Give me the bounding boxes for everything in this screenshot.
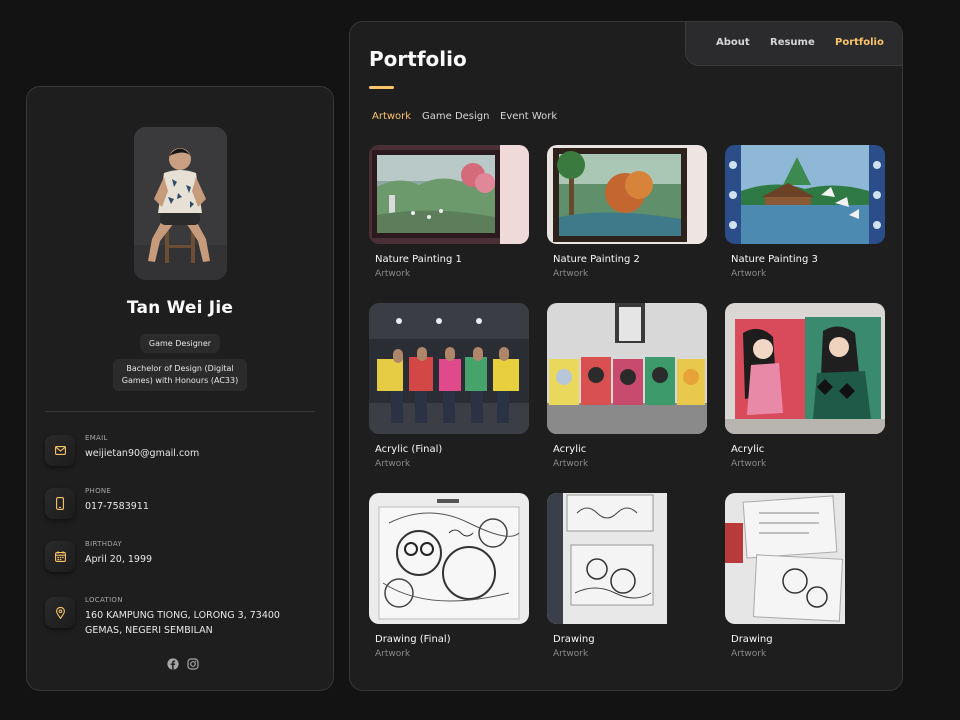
project-thumbnail[interactable] — [369, 145, 529, 244]
project-category: Artwork — [375, 459, 411, 469]
project-thumbnail[interactable] — [725, 493, 845, 624]
page-title: Portfolio — [369, 47, 467, 71]
project-title: Drawing — [731, 634, 773, 645]
project-category: Artwork — [731, 269, 767, 279]
divider — [45, 411, 315, 412]
project-title: Drawing (Final) — [375, 634, 451, 645]
nav-about[interactable]: About — [716, 37, 750, 48]
project-title: Acrylic (Final) — [375, 444, 443, 455]
mail-icon — [45, 435, 75, 466]
filter-event-work[interactable]: Event Work — [500, 111, 557, 122]
nav-resume[interactable]: Resume — [770, 37, 815, 48]
project-category: Artwork — [731, 459, 767, 469]
project-thumbnail[interactable] — [369, 493, 529, 624]
location-pin-icon — [45, 597, 75, 628]
facebook-icon[interactable] — [167, 655, 180, 670]
phone-link[interactable]: 017-7583911 — [85, 499, 315, 514]
calendar-icon — [45, 541, 75, 572]
contact-label: PHONE — [85, 487, 112, 495]
filter-game-design[interactable]: Game Design — [422, 111, 489, 122]
project-title: Nature Painting 3 — [731, 254, 818, 265]
project-thumbnail[interactable] — [547, 493, 667, 624]
job-title-badge: Game Designer — [140, 334, 220, 353]
phone-icon — [45, 488, 75, 519]
project-category: Artwork — [731, 649, 767, 659]
project-thumbnail[interactable] — [369, 303, 529, 434]
project-category: Artwork — [375, 269, 411, 279]
project-title: Acrylic — [731, 444, 765, 455]
project-thumbnail[interactable] — [725, 303, 885, 434]
project-title: Nature Painting 2 — [553, 254, 640, 265]
title-underline — [369, 86, 394, 89]
contact-label: LOCATION — [85, 596, 123, 604]
nav-portfolio[interactable]: Portfolio — [835, 37, 884, 48]
email-link[interactable]: weijietan90@gmail.com — [85, 446, 315, 461]
profile-name: Tan Wei Jie — [126, 298, 234, 318]
filter-artwork[interactable]: Artwork — [372, 111, 411, 122]
contact-label: BIRTHDAY — [85, 540, 122, 548]
top-navbar: About Resume Portfolio — [685, 22, 902, 66]
project-category: Artwork — [553, 269, 589, 279]
project-title: Acrylic — [553, 444, 587, 455]
project-title: Nature Painting 1 — [375, 254, 462, 265]
project-category: Artwork — [553, 459, 589, 469]
contact-label: EMAIL — [85, 434, 108, 442]
project-category: Artwork — [375, 649, 411, 659]
instagram-icon[interactable] — [187, 655, 200, 670]
project-thumbnail[interactable] — [547, 303, 707, 434]
project-category: Artwork — [553, 649, 589, 659]
location-value: 160 KAMPUNG TIONG, LORONG 3, 73400 GEMAS… — [85, 610, 280, 636]
project-thumbnail[interactable] — [725, 145, 885, 244]
degree-badge: Bachelor of Design (Digital Games) with … — [113, 359, 247, 391]
birthday-value: April 20, 1999 — [85, 554, 153, 565]
project-thumbnail[interactable] — [547, 145, 707, 244]
portfolio-panel: About Resume Portfolio Portfolio Artwork… — [349, 21, 903, 691]
project-title: Drawing — [553, 634, 595, 645]
profile-sidebar: Tan Wei Jie Game Designer Bachelor of De… — [26, 86, 334, 691]
avatar — [134, 127, 227, 280]
